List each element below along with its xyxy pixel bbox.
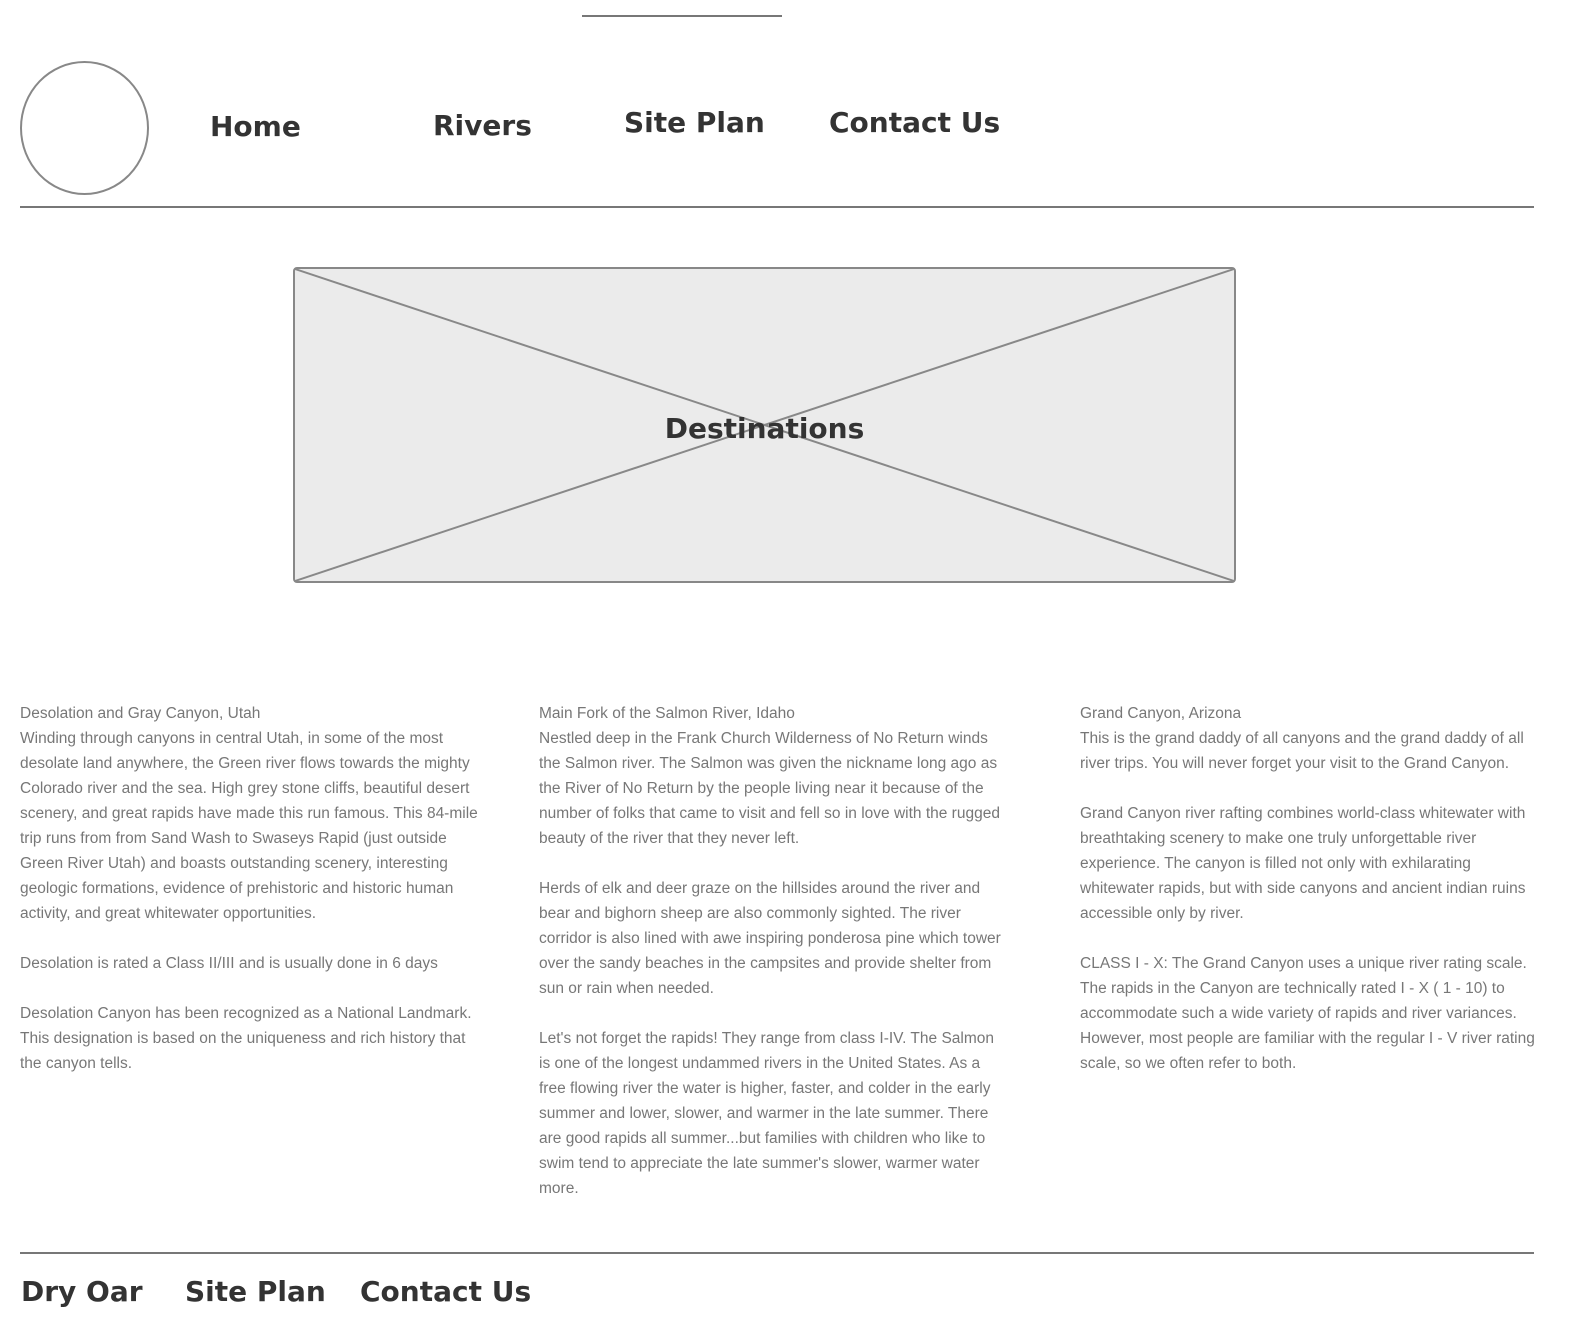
destination-column-grand-canyon: Grand Canyon, Arizona This is the grand … bbox=[1080, 701, 1545, 1092]
destination-paragraph: Herds of elk and deer graze on the hills… bbox=[539, 880, 1001, 997]
hero-image-placeholder: Destinations bbox=[293, 267, 1236, 583]
destination-column-salmon: Main Fork of the Salmon River, Idaho Nes… bbox=[539, 701, 1004, 1226]
destination-paragraph: This is the grand daddy of all canyons a… bbox=[1080, 730, 1524, 772]
destination-paragraph: Nestled deep in the Frank Church Wildern… bbox=[539, 730, 1000, 847]
hero-title: Destinations bbox=[664, 412, 865, 445]
destination-heading: Grand Canyon, Arizona bbox=[1080, 705, 1242, 722]
destination-heading: Desolation and Gray Canyon, Utah bbox=[20, 705, 261, 722]
destination-paragraph: Grand Canyon river rafting combines worl… bbox=[1080, 805, 1526, 922]
nav-site-plan-link[interactable]: Site Plan bbox=[624, 106, 765, 139]
destination-paragraph: Desolation Canyon has been recognized as… bbox=[20, 1005, 472, 1072]
destination-paragraph: CLASS I - X: The Grand Canyon uses a uni… bbox=[1080, 955, 1535, 1072]
top-divider bbox=[582, 15, 782, 17]
destination-paragraph: Desolation is rated a Class II/III and i… bbox=[20, 955, 438, 972]
footer-brand-link[interactable]: Dry Oar bbox=[21, 1275, 143, 1308]
logo-placeholder[interactable] bbox=[20, 61, 149, 195]
footer-divider bbox=[20, 1252, 1534, 1254]
destination-column-desolation: Desolation and Gray Canyon, Utah Winding… bbox=[20, 701, 490, 1092]
nav-contact-link[interactable]: Contact Us bbox=[829, 106, 1000, 139]
destination-heading: Main Fork of the Salmon River, Idaho bbox=[539, 705, 795, 722]
footer-contact-link[interactable]: Contact Us bbox=[360, 1275, 531, 1308]
destination-paragraph: Winding through canyons in central Utah,… bbox=[20, 730, 478, 922]
nav-rivers-link[interactable]: Rivers bbox=[433, 109, 532, 142]
destination-paragraph: Let's not forget the rapids! They range … bbox=[539, 1030, 994, 1197]
header-divider bbox=[20, 206, 1534, 208]
footer-site-plan-link[interactable]: Site Plan bbox=[185, 1275, 326, 1308]
nav-home-link[interactable]: Home bbox=[210, 110, 301, 143]
